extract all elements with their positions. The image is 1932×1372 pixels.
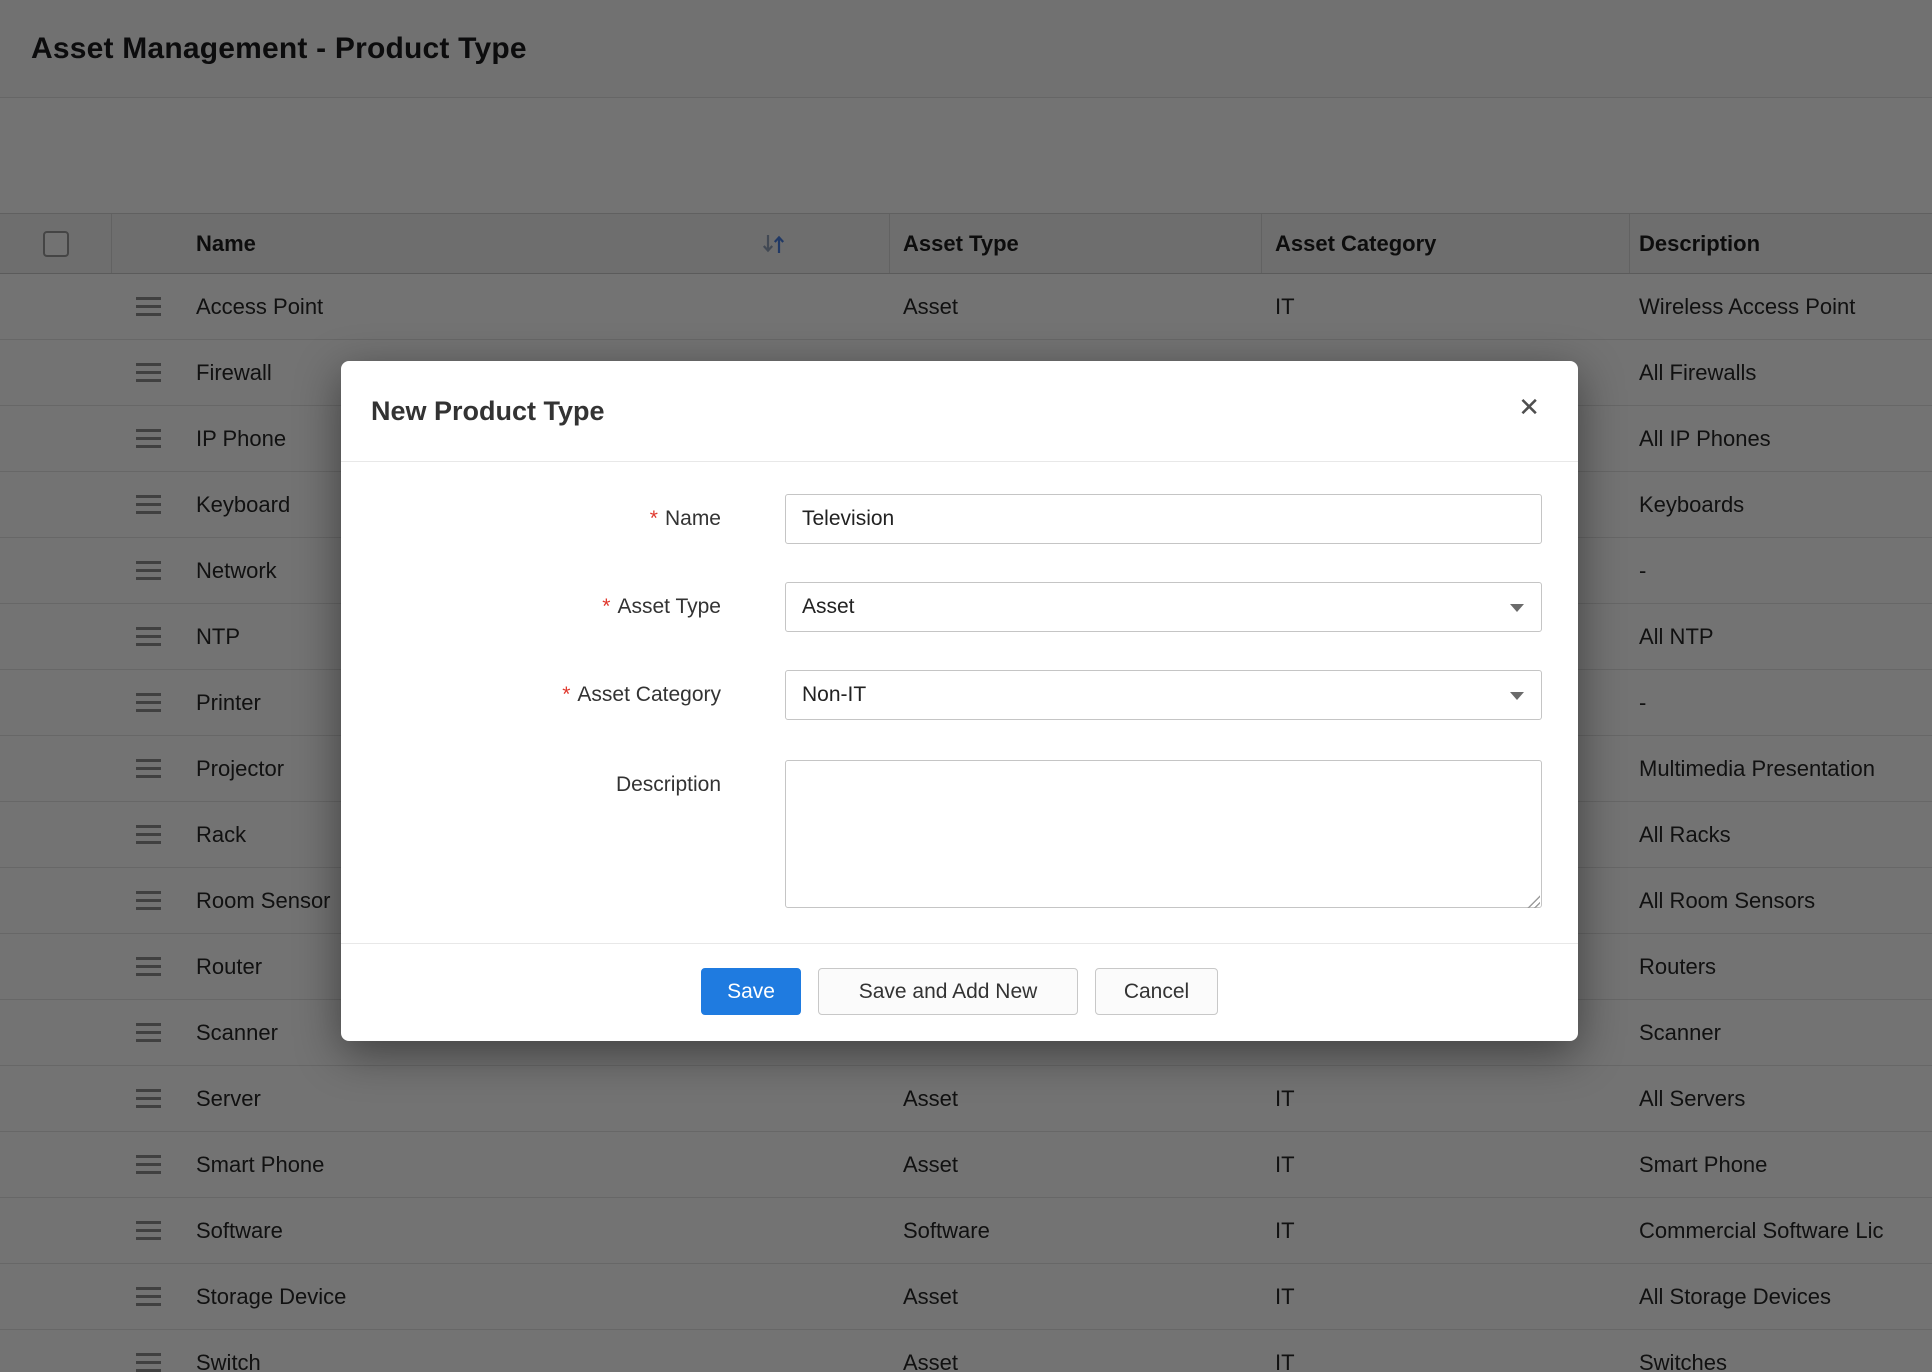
chevron-down-icon	[1510, 692, 1524, 700]
asset-type-label: *Asset Type	[381, 582, 721, 632]
asset-category-selected-value: Non-IT	[802, 683, 866, 707]
close-icon[interactable]: ✕	[1518, 394, 1540, 420]
chevron-down-icon	[1510, 604, 1524, 612]
save-and-add-new-button[interactable]: Save and Add New	[818, 968, 1078, 1015]
name-field[interactable]	[785, 494, 1542, 544]
required-marker: *	[562, 683, 570, 706]
description-field[interactable]	[785, 760, 1542, 908]
dialog-footer: Save Save and Add New Cancel	[341, 943, 1578, 1041]
description-label: Description	[381, 760, 721, 810]
asset-type-selected-value: Asset	[802, 595, 855, 619]
cancel-button[interactable]: Cancel	[1095, 968, 1218, 1015]
dialog-title: New Product Type	[371, 361, 605, 462]
asset-type-select[interactable]: Asset	[785, 582, 1542, 632]
required-marker: *	[650, 507, 658, 530]
asset-category-select[interactable]: Non-IT	[785, 670, 1542, 720]
asset-category-label: *Asset Category	[381, 670, 721, 720]
save-button[interactable]: Save	[701, 968, 801, 1015]
required-marker: *	[602, 595, 610, 618]
new-product-type-dialog: New Product Type ✕ *Name *Asset Type Ass…	[341, 361, 1578, 1041]
dialog-header: New Product Type ✕	[341, 361, 1578, 462]
name-label: *Name	[381, 494, 721, 544]
